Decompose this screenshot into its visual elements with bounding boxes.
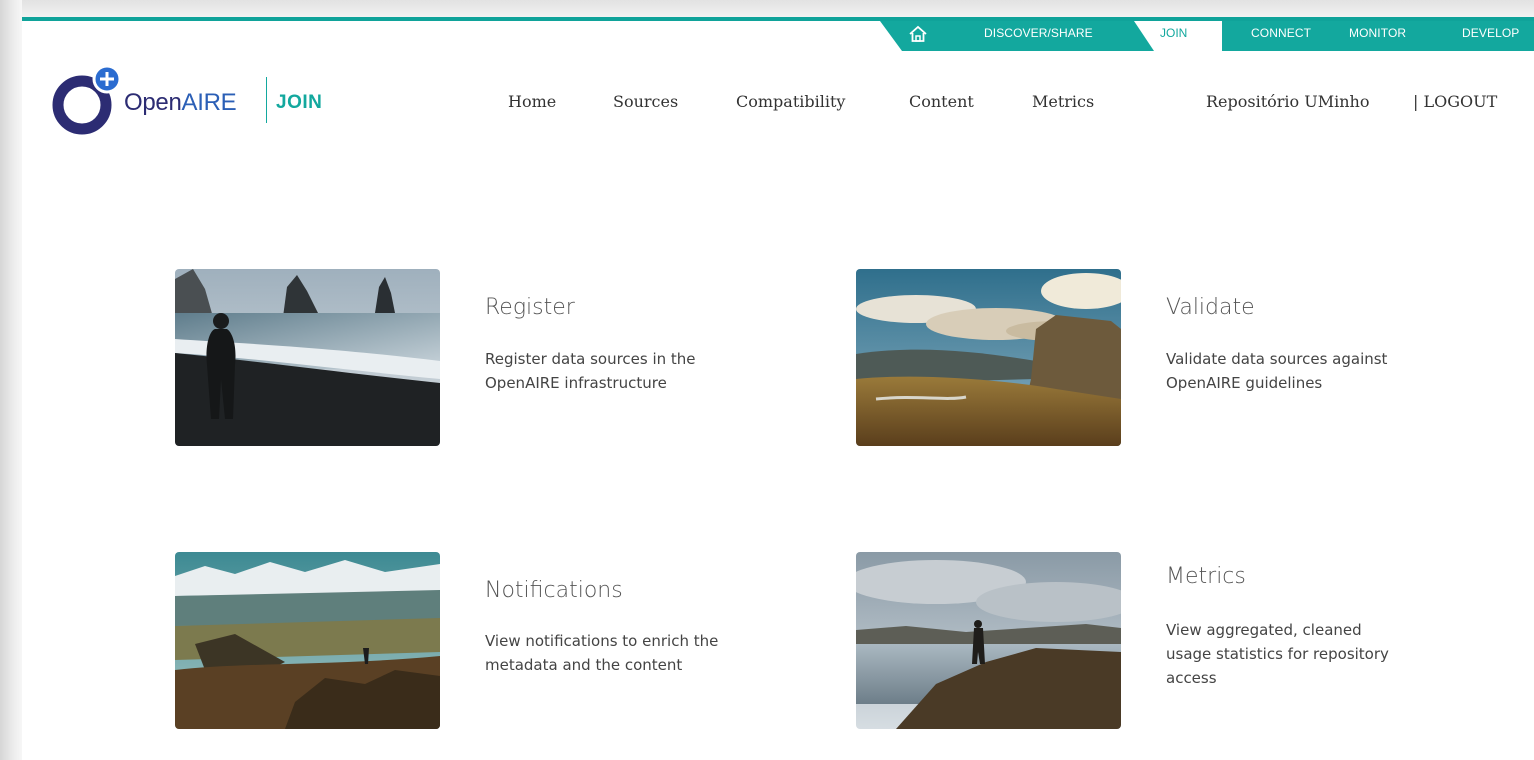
metrics-description: View aggregated, cleaned usage statistic… bbox=[1166, 618, 1389, 690]
nav-sources[interactable]: Sources bbox=[613, 92, 678, 111]
logo-wordmark: OpenAIRE bbox=[124, 89, 237, 117]
portal-monitor[interactable]: MONITOR bbox=[1349, 21, 1406, 51]
nav-compatibility[interactable]: Compatibility bbox=[736, 92, 845, 111]
metrics-title[interactable]: Metrics bbox=[1166, 564, 1246, 589]
openaire-logo-mark bbox=[52, 67, 122, 135]
logo-aire-text: AIRE bbox=[181, 89, 237, 116]
notifications-description: View notifications to enrich the metadat… bbox=[485, 629, 718, 677]
nav-home[interactable]: Home bbox=[508, 92, 556, 111]
metrics-desc-line: access bbox=[1166, 669, 1217, 687]
register-title[interactable]: Register bbox=[485, 295, 575, 320]
validate-image[interactable] bbox=[856, 269, 1121, 446]
register-desc-line: Register data sources in the bbox=[485, 350, 696, 368]
metrics-desc-line: usage statistics for repository bbox=[1166, 645, 1389, 663]
openaire-join-logo[interactable]: OpenAIRE JOIN bbox=[52, 65, 342, 137]
portal-connect[interactable]: CONNECT bbox=[1251, 21, 1311, 51]
window-frame-top bbox=[0, 0, 1534, 17]
nav-logout[interactable]: | LOGOUT bbox=[1413, 92, 1497, 111]
notifications-image[interactable] bbox=[175, 552, 440, 729]
validate-desc-line: Validate data sources against bbox=[1166, 350, 1388, 368]
window-frame-left bbox=[0, 0, 22, 760]
portal-discover-share[interactable]: DISCOVER/SHARE bbox=[984, 21, 1093, 51]
portal-join-label: JOIN bbox=[1160, 26, 1188, 40]
metrics-desc-line: View aggregated, cleaned bbox=[1166, 621, 1362, 639]
register-image[interactable] bbox=[175, 269, 440, 446]
validate-desc-line: OpenAIRE guidelines bbox=[1166, 374, 1323, 392]
logo-join-text: JOIN bbox=[276, 92, 323, 113]
logo-open-text: Open bbox=[124, 89, 182, 116]
nav-content[interactable]: Content bbox=[909, 92, 974, 111]
register-desc-line: OpenAIRE infrastructure bbox=[485, 374, 667, 392]
nav-metrics[interactable]: Metrics bbox=[1032, 92, 1094, 111]
validate-title[interactable]: Validate bbox=[1166, 295, 1255, 320]
notifications-title[interactable]: Notifications bbox=[485, 578, 623, 603]
page: DISCOVER/SHARE JOIN CONNECT MONITOR DEVE… bbox=[22, 17, 1534, 760]
portal-bar: DISCOVER/SHARE JOIN CONNECT MONITOR DEVE… bbox=[880, 21, 1534, 51]
validate-description: Validate data sources against OpenAIRE g… bbox=[1166, 347, 1387, 395]
logo-divider bbox=[266, 77, 267, 123]
portal-develop[interactable]: DEVELOP bbox=[1462, 21, 1519, 51]
notifications-desc-line: metadata and the content bbox=[485, 656, 683, 674]
home-icon[interactable] bbox=[908, 25, 928, 43]
register-description: Register data sources in the OpenAIRE in… bbox=[485, 347, 696, 395]
nav-user-repository[interactable]: Repositório UMinho bbox=[1206, 92, 1370, 111]
metrics-image[interactable] bbox=[856, 552, 1121, 729]
notifications-desc-line: View notifications to enrich the bbox=[485, 632, 719, 650]
